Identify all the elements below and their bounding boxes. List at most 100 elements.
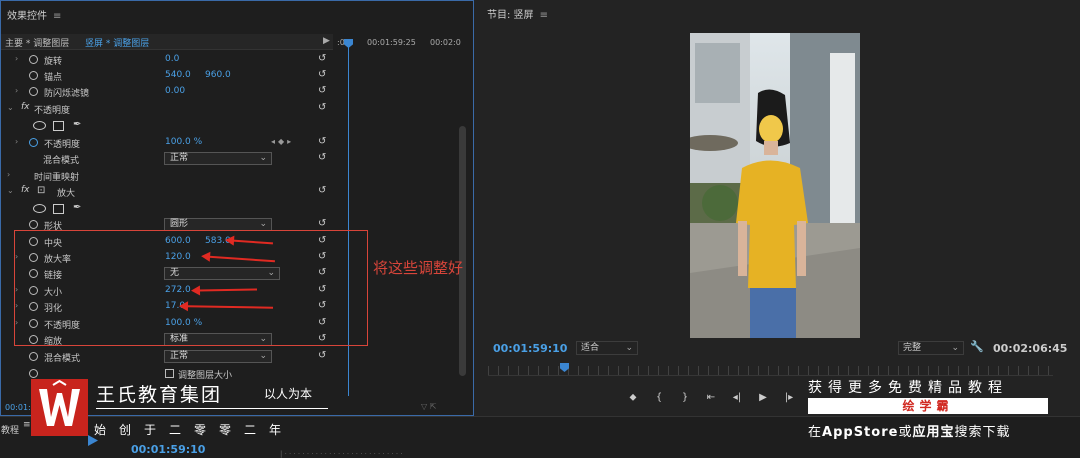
promo-word: 在 <box>808 425 823 440</box>
property-value-y[interactable]: 960.0 <box>205 70 231 80</box>
promo-app-banner: 绘学霸 <box>808 398 1048 414</box>
promo-word: 或 <box>898 425 913 440</box>
blend-mode-dropdown-2[interactable]: 正常 ⌄ <box>164 350 272 363</box>
keyframe-navigator[interactable]: ◂◆▸ <box>271 137 294 146</box>
reset-icon[interactable]: ↺ <box>318 85 326 96</box>
program-monitor-panel: 节目: 竖屏 ≡ 00:01:59:10 适合 ⌄ 完整 ⌄ 🔧 00:02:0… <box>480 0 1080 416</box>
step-back-icon[interactable]: ◂| <box>724 392 750 403</box>
effect-header-magnify[interactable]: ⌄ fx ⊡ 放大 ↺ <box>1 184 333 200</box>
stopwatch-icon[interactable] <box>29 87 38 96</box>
program-panel-title[interactable]: 节目: 竖屏 ≡ <box>487 6 548 21</box>
expand-chevron-icon[interactable]: › <box>15 86 18 95</box>
chevron-down-icon: ⌄ <box>259 153 267 163</box>
program-duration: 00:02:06:45 <box>993 342 1068 355</box>
stopwatch-icon[interactable] <box>29 71 38 80</box>
property-label: 混合模式 <box>44 354 81 364</box>
expand-chevron-icon[interactable]: › <box>15 54 18 63</box>
expand-chevron-icon[interactable]: › <box>7 170 10 179</box>
timeline-current-time[interactable]: 00:01:59:10 <box>131 443 205 456</box>
program-current-time[interactable]: 00:01:59:10 <box>493 342 567 355</box>
timeline-tab[interactable]: 教程 <box>1 423 19 436</box>
effects-panel-title[interactable]: 效果控件 ≡ <box>7 7 61 22</box>
mark-in-icon[interactable]: { <box>646 392 672 403</box>
property-value-x[interactable]: 540.0 <box>165 70 191 80</box>
filter-icons[interactable]: ▽ ⇱ <box>421 402 436 411</box>
property-label: 锚点 <box>44 73 63 83</box>
panel-menu-icon[interactable]: ≡ <box>53 11 61 22</box>
mask-tools-row: ✒ <box>1 201 333 217</box>
resize-layer-checkbox[interactable] <box>165 369 174 378</box>
reset-icon[interactable]: ↺ <box>318 350 326 361</box>
program-time-ruler[interactable] <box>488 366 1053 376</box>
play-only-clip-icon[interactable]: ▶ <box>323 36 330 46</box>
ellipse-mask-icon[interactable] <box>33 121 46 130</box>
promo-app-name: 绘学霸 <box>902 399 954 413</box>
step-forward-icon[interactable]: |▸ <box>776 392 802 403</box>
effects-title-text: 效果控件 <box>7 11 47 22</box>
brand-founded: 始创于二零零二年 <box>94 423 295 437</box>
promo-store-name: 应用宝 <box>912 425 955 440</box>
zoom-fit-dropdown[interactable]: 适合 ⌄ <box>576 341 638 355</box>
collapse-chevron-icon[interactable]: ⌄ <box>7 103 14 112</box>
play-icon[interactable]: ▶ <box>750 392 776 403</box>
playback-quality-dropdown[interactable]: 完整 ⌄ <box>898 341 964 355</box>
effect-name: 不透明度 <box>34 106 71 116</box>
ruler-mid: 00:01:59:25 <box>367 38 416 47</box>
tab-sequence-clip[interactable]: 竖屏 * 调整图层 <box>85 36 149 49</box>
fx-icon[interactable]: fx <box>21 102 30 112</box>
effect-name: 时间重映射 <box>34 173 80 183</box>
panel-menu-icon[interactable]: ≡ <box>540 10 548 21</box>
reset-icon[interactable]: ↺ <box>318 53 326 64</box>
effect-name: 放大 <box>57 189 76 199</box>
promo-download-text: 在AppStore或应用宝搜索下载 <box>808 421 1010 440</box>
reset-icon[interactable]: ↺ <box>318 102 326 113</box>
brand-name: 王氏教育集团 <box>96 384 223 406</box>
reset-icon[interactable]: ↺ <box>318 69 326 80</box>
stopwatch-icon[interactable] <box>29 138 38 147</box>
rectangle-mask-icon[interactable] <box>53 204 64 214</box>
dropdown-value: 圆形 <box>170 219 189 229</box>
dropdown-value: 正常 <box>170 351 189 361</box>
expand-chevron-icon[interactable]: › <box>15 137 18 146</box>
pen-mask-icon[interactable]: ✒ <box>73 202 81 213</box>
panel-menu-icon[interactable]: ≡ <box>23 420 31 430</box>
collapse-chevron-icon[interactable]: ⌄ <box>7 186 14 195</box>
rectangle-mask-icon[interactable] <box>53 121 64 131</box>
reset-icon[interactable]: ↺ <box>318 152 326 163</box>
vertical-scrollbar[interactable] <box>459 126 466 376</box>
promo-word: 搜索下载 <box>954 425 1011 440</box>
mark-out-icon[interactable]: } <box>672 392 698 403</box>
brand-motto: 以人为本 <box>264 387 313 401</box>
property-value[interactable]: 100.0 % <box>165 137 202 147</box>
blend-mode-dropdown[interactable]: 正常 ⌄ <box>164 152 272 165</box>
brand-logo <box>31 379 88 436</box>
property-row-blend-2: 混合模式 正常 ⌄ ↺ <box>1 349 333 365</box>
reset-icon[interactable]: ↺ <box>318 218 326 229</box>
effect-header-opacity[interactable]: ⌄ fx 不透明度 ↺ <box>1 101 333 117</box>
stopwatch-icon[interactable] <box>29 220 38 229</box>
go-to-in-icon[interactable]: ⇤ <box>698 392 724 403</box>
stopwatch-icon[interactable] <box>29 369 38 378</box>
reset-icon[interactable]: ↺ <box>318 185 326 196</box>
add-marker-icon[interactable]: ⬥ <box>620 392 646 403</box>
reset-icon[interactable]: ↺ <box>318 136 326 147</box>
pen-mask-icon[interactable]: ✒ <box>73 119 81 130</box>
tab-master-clip[interactable]: 主要 * 调整图层 <box>5 36 69 49</box>
program-video-frame[interactable] <box>690 33 860 338</box>
settings-wrench-icon[interactable]: 🔧 <box>970 340 984 353</box>
property-value[interactable]: 0.00 <box>165 86 185 96</box>
stopwatch-icon[interactable] <box>29 55 38 64</box>
property-label: 防闪烁滤镜 <box>44 89 90 99</box>
clip-tab-bar: 主要 * 调整图层 竖屏 * 调整图层 ▶ <box>1 34 333 50</box>
ellipse-mask-icon[interactable] <box>33 204 46 213</box>
fx-icon[interactable]: fx <box>21 185 30 195</box>
property-value[interactable]: 0.0 <box>165 54 179 64</box>
property-row-opacity: › 不透明度 100.0 % ◂◆▸ ↺ <box>1 135 333 151</box>
dropdown-value: 完整 <box>903 343 922 353</box>
transport-controls: ⬥{} ⇤ ◂| ▶ |▸ <box>620 392 802 403</box>
promo-store-name: AppStore <box>822 425 899 440</box>
property-row-anchor: 锚点 540.0 960.0 ↺ <box>1 68 333 84</box>
promo-headline: 获得更多免费精品教程 <box>808 380 1008 396</box>
effect-header-time-remap[interactable]: › 时间重映射 <box>1 168 333 184</box>
stopwatch-icon[interactable] <box>29 352 38 361</box>
